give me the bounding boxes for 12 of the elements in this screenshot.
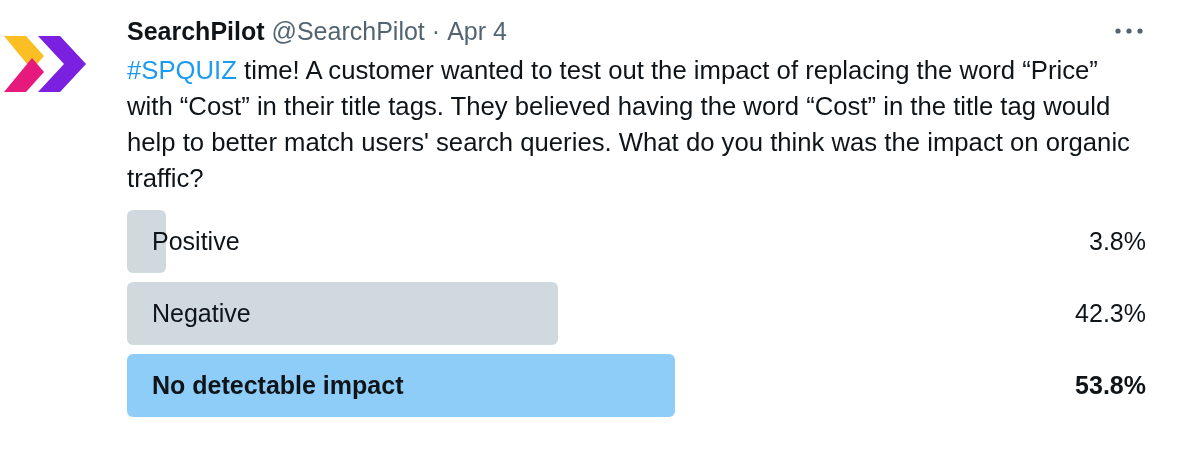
poll-percentage: 53.8%: [1075, 371, 1146, 400]
author-handle[interactable]: @SearchPilot: [271, 16, 425, 46]
poll-option-label: No detectable impact: [152, 371, 404, 400]
tweet-text: #SPQUIZ time! A customer wanted to test out the impact of replacing the word “Price” with “Cost” in their title tags. They believed having the word “Cost” in the title tag would help to better match users' search queries. What do you think was the impact on organic traffic?: [127, 55, 1131, 194]
poll-percentage: 3.8%: [1089, 227, 1146, 256]
poll-option-label: Positive: [152, 227, 240, 256]
separator-dot: ·: [431, 16, 441, 46]
more-options-icon[interactable]: [1114, 27, 1144, 35]
author-name[interactable]: SearchPilot: [127, 16, 265, 46]
poll-percentage: 42.3%: [1075, 299, 1146, 328]
poll-option-label: Negative: [152, 299, 251, 328]
post-date[interactable]: Apr 4: [447, 16, 507, 46]
